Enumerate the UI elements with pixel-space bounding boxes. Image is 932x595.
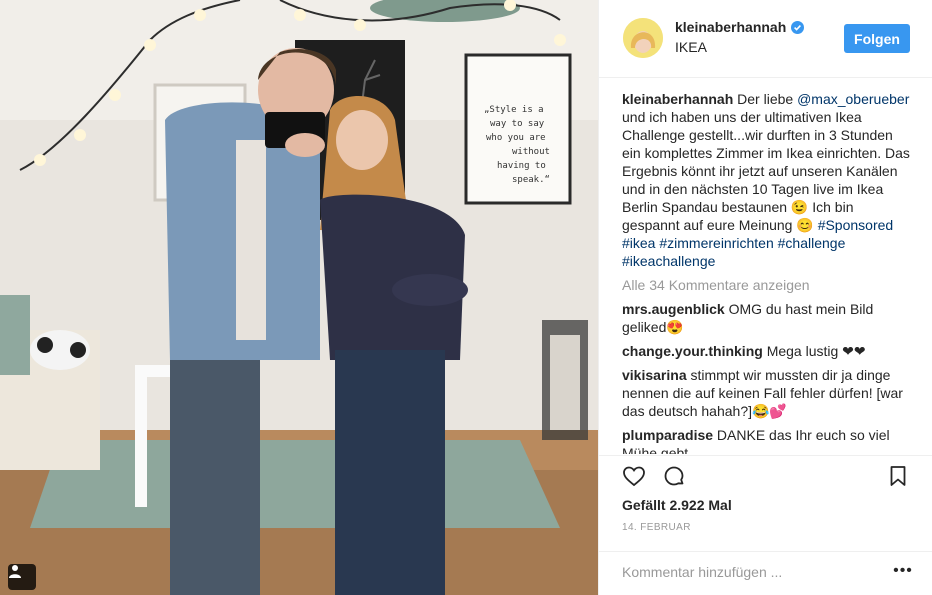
user-tag-icon[interactable]: [8, 564, 36, 590]
caption-username[interactable]: kleinaberhannah: [622, 91, 733, 107]
username-heading[interactable]: kleinaberhannah: [675, 19, 805, 35]
view-all-comments-link[interactable]: Alle 34 Kommentare anzeigen: [622, 276, 912, 294]
hashtag-link[interactable]: #ikea: [622, 235, 655, 251]
caption-text-1: Der liebe: [737, 91, 794, 107]
follow-button[interactable]: Folgen: [844, 24, 910, 53]
post-caption: kleinaberhannah Der liebe @max_oberueber…: [622, 90, 912, 270]
photo-scene: „Style is a way to say who you are witho…: [0, 0, 598, 595]
hashtag-link[interactable]: #challenge: [778, 235, 846, 251]
username-label[interactable]: kleinaberhannah: [675, 19, 786, 35]
bookmark-icon[interactable]: [886, 464, 910, 488]
hashtag-link[interactable]: #ikeachallenge: [622, 253, 715, 269]
hashtag-link[interactable]: #zimmereinrichten: [659, 235, 773, 251]
more-options-icon[interactable]: •••: [891, 561, 915, 583]
comment-item: plumparadise DANKE das Ihr euch so viel …: [622, 426, 912, 454]
comment-text: Mega lustig ❤❤: [766, 343, 866, 359]
comments-list[interactable]: kleinaberhannah Der liebe @max_oberueber…: [622, 90, 912, 454]
location-link[interactable]: IKEA: [675, 39, 707, 55]
comment-item: mrs.augenblick OMG du hast mein Bild gel…: [622, 300, 912, 336]
add-comment-bar: •••: [599, 551, 932, 595]
comment-username[interactable]: vikisarina: [622, 367, 687, 383]
comment-item: vikisarina stimmpt wir mussten dir ja di…: [622, 366, 912, 420]
comment-username[interactable]: plumparadise: [622, 427, 713, 443]
action-bar: [599, 455, 932, 495]
caption-mention[interactable]: @max_oberueber: [797, 91, 909, 107]
comment-input[interactable]: [622, 561, 882, 583]
comment-icon[interactable]: [662, 464, 686, 488]
comment-item: change.your.thinking Mega lustig ❤❤: [622, 342, 912, 360]
post-header: kleinaberhannah IKEA Folgen: [599, 0, 932, 78]
post-sidebar: kleinaberhannah IKEA Folgen kleinaberhan…: [598, 0, 932, 595]
avatar[interactable]: [623, 18, 663, 58]
caption-text-2: und ich haben uns der ultimativen Ikea C…: [622, 109, 910, 233]
comment-username[interactable]: change.your.thinking: [622, 343, 763, 359]
likes-count[interactable]: Gefällt 2.922 Mal: [622, 497, 732, 513]
hashtag-link[interactable]: #Sponsored: [818, 217, 894, 233]
verified-badge-icon: [791, 20, 805, 34]
post-photo[interactable]: „Style is a way to say who you are witho…: [0, 0, 598, 595]
comment-username[interactable]: mrs.augenblick: [622, 301, 725, 317]
post-date[interactable]: 14. FEBRUAR: [622, 522, 691, 533]
instagram-post: „Style is a way to say who you are witho…: [0, 0, 932, 595]
heart-icon[interactable]: [622, 464, 646, 488]
